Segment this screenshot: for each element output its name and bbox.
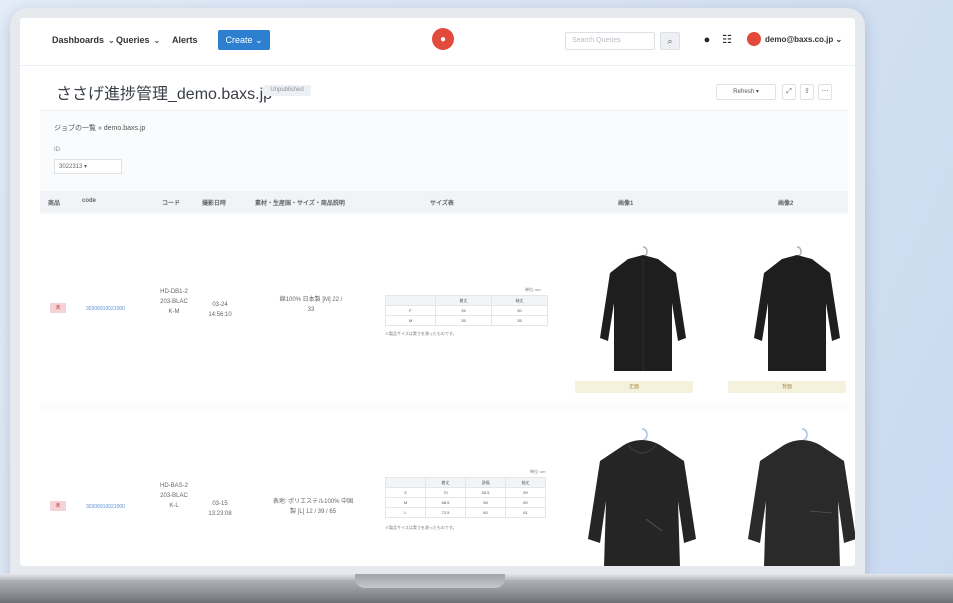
status-badge: 未 xyxy=(50,501,66,511)
filter-select[interactable]: 3022313 ▾ xyxy=(54,159,122,174)
code-link[interactable]: 30306910021000 xyxy=(86,504,125,510)
nav-dashboards[interactable]: Dashboards ⌄ xyxy=(52,35,115,45)
product-image-front[interactable] xyxy=(580,427,705,566)
column-header[interactable]: 撮影日時 xyxy=(202,198,226,207)
user-menu[interactable]: demo@baxs.co.jp ⌄ xyxy=(765,35,842,44)
nav-alerts[interactable]: Alerts xyxy=(172,35,198,45)
product-image-front[interactable] xyxy=(588,243,698,377)
nav-queries[interactable]: Queries ⌄ xyxy=(116,35,160,45)
filter-label: ID xyxy=(54,147,60,153)
table-row: 未 30306910021000 HD-BAS-2203-BLACK-L 03-… xyxy=(40,409,855,566)
avatar[interactable] xyxy=(747,32,761,46)
column-header[interactable]: 素材・生産国・サイズ・商品説明 xyxy=(255,198,345,207)
shoot-date: 03-24 14:56:10 xyxy=(208,302,232,318)
product-description: 表地: ポリエステル100% 中国製 [L] 12 / 39 / 65 xyxy=(272,499,354,515)
size-unit: 単位: cm xyxy=(530,469,546,474)
status-badge: 未 xyxy=(50,303,66,313)
column-header[interactable]: サイズ表 xyxy=(430,198,454,207)
fullscreen-button[interactable]: ⤢ xyxy=(782,84,796,100)
size-table: 着丈 身幅 袖丈 S 70 55.5 59 M 68.5 58 60 L 72.5 60 61 xyxy=(385,477,546,518)
size-note: ※製品サイズは実寸を測ったものです。 xyxy=(385,331,457,336)
create-button[interactable]: Create ⌄ xyxy=(218,30,270,50)
product-description: 綿100% 日本製 [M] 22 / 33 xyxy=(279,297,343,313)
search-input[interactable]: Search Queries xyxy=(565,32,655,50)
chevron-down-icon: ⌄ xyxy=(108,36,115,45)
column-header[interactable]: コード xyxy=(162,198,180,207)
settings-icon[interactable]: ☷ xyxy=(720,33,734,47)
product-code: HD-BAS-2203-BLACK-L xyxy=(160,483,189,509)
image-caption: 正面 xyxy=(575,381,693,393)
size-note: ※製品サイズは実寸を測ったものです。 xyxy=(385,525,457,530)
widget-content: ジョブの一覧 » demo.baxs.jp ID 3022313 ▾ 商品 co… xyxy=(40,110,855,566)
refresh-button[interactable]: Refresh ▾ xyxy=(716,84,776,100)
share-button[interactable]: ⇪ xyxy=(800,84,814,100)
laptop-screen: Dashboards ⌄ Queries ⌄ Alerts Create ⌄ ● S… xyxy=(10,8,865,576)
size-table: 着丈 袖丈 F 35 30 M 35 35 xyxy=(385,295,548,326)
column-header[interactable]: 画像2 xyxy=(778,198,793,207)
column-header[interactable]: 画像1 xyxy=(618,198,633,207)
size-unit: 単位: cm xyxy=(525,287,541,292)
shoot-date: 03-15 13:23:08 xyxy=(208,501,232,517)
table-row: 未 30306910021000 HD-DB1-2203-BLACK-M 03-… xyxy=(40,215,848,403)
product-image-back[interactable] xyxy=(742,243,852,377)
product-code: HD-DB1-2203-BLACK-M xyxy=(160,289,188,315)
page-title: ささげ進捗管理_demo.baxs.jp xyxy=(56,86,273,103)
status-badge: Unpublished xyxy=(263,85,311,96)
table-header: 商品 code コード 撮影日時 素材・生産国・サイズ・商品説明 サイズ表 画像… xyxy=(40,191,848,213)
code-link[interactable]: 30306910021000 xyxy=(86,306,125,312)
product-image-back[interactable] xyxy=(740,427,855,566)
search-icon[interactable]: ⌕ xyxy=(660,32,680,50)
column-header[interactable]: 商品 xyxy=(48,198,60,207)
top-navbar: Dashboards ⌄ Queries ⌄ Alerts Create ⌄ ● S… xyxy=(20,18,855,66)
breadcrumb: ジョブの一覧 » demo.baxs.jp xyxy=(54,125,146,132)
more-menu-button[interactable]: ⋯ xyxy=(818,84,832,100)
app-window: Dashboards ⌄ Queries ⌄ Alerts Create ⌄ ● S… xyxy=(20,18,855,566)
laptop-notch xyxy=(355,574,505,588)
image-caption: 背面 xyxy=(728,381,846,393)
redash-logo[interactable]: ● xyxy=(432,28,454,50)
chevron-down-icon: ⌄ xyxy=(153,36,161,45)
column-header[interactable]: code xyxy=(82,198,96,204)
help-icon[interactable]: ● xyxy=(700,33,714,47)
